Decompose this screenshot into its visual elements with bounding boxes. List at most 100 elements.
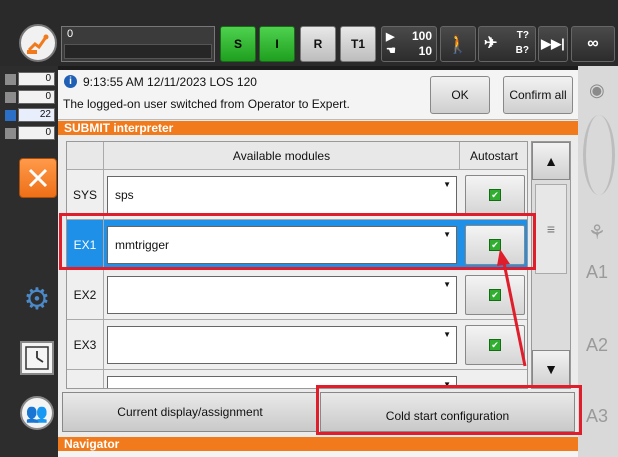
autostart-checkbox[interactable]: ✔ bbox=[465, 225, 525, 265]
module-dropdown[interactable]: mmtrigger ▼ bbox=[107, 226, 457, 264]
checkmark-icon: ✔ bbox=[489, 339, 501, 351]
status-indicator-3: 22 bbox=[5, 108, 55, 122]
jog-direction-icon[interactable] bbox=[583, 115, 615, 195]
table-header-modules: Available modules bbox=[104, 142, 460, 170]
program-progress-bar bbox=[64, 44, 212, 59]
table-row: ▼ bbox=[67, 370, 527, 389]
status-indicator-value: 0 bbox=[45, 127, 51, 138]
table-row: EX1 mmtrigger ▼ ✔ bbox=[67, 220, 527, 270]
status-indicator-value: 0 bbox=[45, 73, 51, 84]
tool-icon: ✈ bbox=[484, 35, 498, 52]
dropdown-arrow-icon: ▼ bbox=[443, 230, 451, 239]
dropdown-arrow-icon: ▼ bbox=[443, 180, 451, 189]
grip-icon: ≡ bbox=[546, 221, 556, 237]
drives-status-button[interactable]: I bbox=[259, 26, 295, 62]
walking-person-icon: 🚶 bbox=[446, 33, 470, 54]
module-value: mmtrigger bbox=[115, 238, 170, 252]
info-icon: i bbox=[64, 75, 77, 88]
row-name bbox=[67, 370, 104, 388]
status-indicator-2: 0 bbox=[5, 90, 55, 104]
submit-status-button[interactable]: S bbox=[220, 26, 256, 62]
dropdown-arrow-icon: ▼ bbox=[443, 330, 451, 339]
autostart-checkbox[interactable]: ✔ bbox=[465, 175, 525, 215]
table-row: EX2 ▼ ✔ bbox=[67, 270, 527, 320]
gear-icon: ⚙ bbox=[23, 282, 51, 316]
incremental-jog-button[interactable]: ∞ bbox=[571, 26, 615, 62]
infinity-label: ∞ bbox=[587, 35, 599, 52]
program-status-field[interactable]: 0 bbox=[61, 26, 215, 62]
top-status-bar: 0 S I R T1 ▶ ☚ 100 10 🚶 ✈ T? B? ▶▶| ∞ bbox=[0, 0, 618, 66]
axis-a2-label: A2 bbox=[586, 335, 609, 355]
clock-button[interactable] bbox=[20, 341, 54, 375]
table-row: SYS sps ▼ ✔ bbox=[67, 170, 527, 220]
message-timestamp: 9:13:55 AM 12/11/2023 LOS 120 bbox=[83, 75, 257, 89]
arrow-down-icon: ▼ bbox=[544, 361, 558, 377]
cold-start-label: Cold start configuration bbox=[385, 409, 510, 423]
close-icon bbox=[28, 168, 48, 188]
module-dropdown[interactable]: ▼ bbox=[107, 326, 457, 364]
user-group-button[interactable]: 👥 bbox=[20, 396, 54, 430]
left-sidebar: 0 0 22 0 ⚙ 👥 bbox=[0, 66, 58, 457]
operating-mode-button[interactable]: T1 bbox=[340, 26, 376, 62]
table-header-blank bbox=[67, 142, 104, 170]
current-display-assignment-button[interactable]: Current display/assignment bbox=[62, 392, 318, 432]
submit-status-label: S bbox=[233, 37, 242, 51]
module-dropdown[interactable]: ▼ bbox=[107, 276, 457, 314]
override-jog-value: 10 bbox=[418, 44, 432, 58]
axis-a1-label: A1 bbox=[586, 262, 609, 282]
user-icon: 👥 bbox=[25, 402, 49, 423]
program-run-mode-button[interactable]: ▶▶| bbox=[538, 26, 568, 62]
confirm-all-button[interactable]: Confirm all bbox=[503, 76, 573, 114]
scroll-down-button[interactable]: ▼ bbox=[532, 350, 570, 388]
status-indicator-4: 0 bbox=[5, 126, 55, 140]
status-indicator-1: 0 bbox=[5, 72, 55, 86]
globe-icon[interactable]: ◉ bbox=[589, 80, 605, 101]
tool-label: T? bbox=[516, 30, 529, 41]
message-window: i 9:13:55 AM 12/11/2023 LOS 120 The logg… bbox=[58, 70, 578, 120]
arrow-up-icon: ▲ bbox=[544, 153, 558, 169]
step-forward-icon: ▶▶| bbox=[541, 36, 565, 51]
override-run-value: 100 bbox=[411, 29, 432, 43]
robot-arm-icon[interactable]: ⚘ bbox=[588, 220, 606, 245]
scroll-thumb[interactable]: ≡ bbox=[535, 184, 567, 274]
table-row: EX3 ▼ ✔ bbox=[67, 320, 527, 370]
robot-interpreter-label: R bbox=[313, 37, 323, 51]
message-text: The logged-on user switched from Operato… bbox=[63, 97, 350, 111]
status-indicator-value: 22 bbox=[39, 109, 51, 120]
navigator-panel bbox=[58, 451, 578, 457]
override-button[interactable]: ▶ ☚ 100 10 bbox=[381, 26, 437, 62]
autostart-checkbox[interactable]: ✔ bbox=[465, 325, 525, 365]
axis-a3-label: A3 bbox=[586, 406, 609, 426]
cold-start-configuration-button[interactable]: Cold start configuration bbox=[320, 392, 575, 432]
jog-hand-icon: ☚ bbox=[386, 45, 396, 57]
status-indicator-value: 0 bbox=[45, 91, 51, 102]
play-icon: ▶ bbox=[386, 31, 395, 43]
table-header-autostart: Autostart bbox=[460, 142, 527, 170]
base-label: B? bbox=[515, 45, 529, 56]
ok-button[interactable]: OK bbox=[430, 76, 490, 114]
module-dropdown[interactable]: sps ▼ bbox=[107, 176, 457, 214]
autostart-checkbox[interactable]: ✔ bbox=[465, 275, 525, 315]
checkmark-icon: ✔ bbox=[489, 239, 501, 251]
row-name: EX3 bbox=[67, 320, 104, 370]
scroll-up-button[interactable]: ▲ bbox=[532, 142, 570, 180]
clock-icon bbox=[25, 346, 49, 370]
ok-button-label: OK bbox=[451, 88, 469, 102]
current-display-label: Current display/assignment bbox=[117, 405, 263, 419]
dropdown-arrow-icon: ▼ bbox=[443, 380, 451, 389]
table-scrollbar[interactable]: ▲ ≡ ▼ bbox=[531, 141, 571, 389]
settings-gear-button[interactable]: ⚙ bbox=[19, 281, 55, 317]
row-name: SYS bbox=[67, 170, 104, 220]
robot-interpreter-button[interactable]: R bbox=[300, 26, 336, 62]
close-button[interactable] bbox=[19, 158, 57, 198]
drives-status-label: I bbox=[275, 37, 279, 51]
program-status-value: 0 bbox=[67, 28, 74, 40]
jog-mode-button[interactable]: 🚶 bbox=[440, 26, 476, 62]
module-dropdown[interactable]: ▼ bbox=[107, 376, 457, 389]
row-name: EX1 bbox=[67, 220, 104, 270]
submit-interpreter-header: SUBMIT interpreter bbox=[58, 121, 578, 135]
row-name: EX2 bbox=[67, 270, 104, 320]
tool-base-button[interactable]: ✈ T? B? bbox=[478, 26, 536, 62]
kuka-logo-icon[interactable] bbox=[19, 24, 57, 62]
operating-mode-label: T1 bbox=[350, 37, 365, 51]
